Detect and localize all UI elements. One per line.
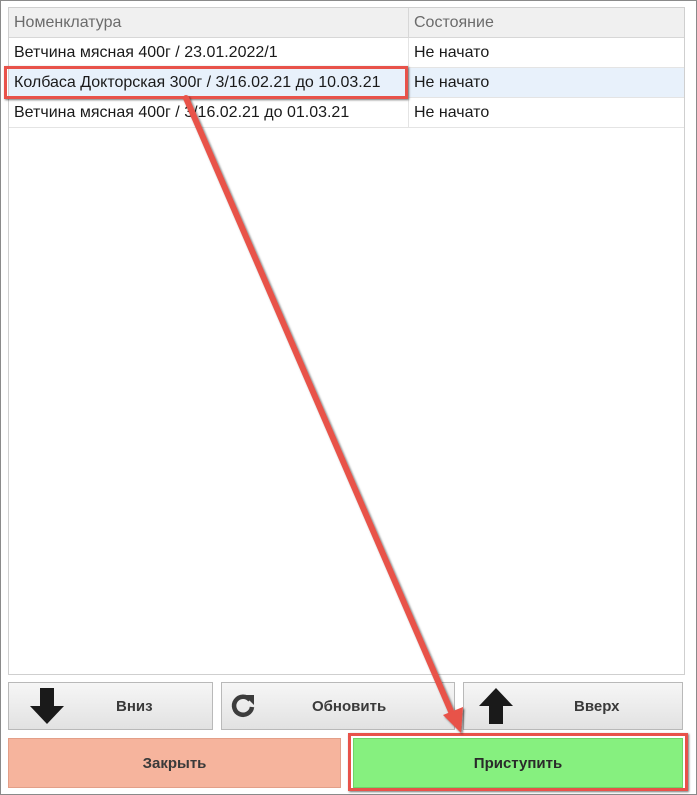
refresh-icon	[228, 683, 258, 729]
down-button[interactable]: Вниз	[8, 682, 213, 730]
row-status-cell: Не начато	[414, 104, 490, 121]
row-status-cell: Не начато	[414, 74, 490, 91]
column-header-nomenclature[interactable]: Номенклатура	[9, 8, 409, 37]
close-button-label: Закрыть	[142, 754, 207, 772]
start-button-label: Приступить	[473, 754, 563, 772]
refresh-button[interactable]: Обновить	[221, 682, 455, 730]
row-status-cell: Не начато	[414, 44, 490, 61]
table-header: Номенклатура Состояние	[9, 8, 684, 38]
row-name-cell: Колбаса Докторская 300г / 3/16.02.21 до …	[9, 68, 409, 97]
nomenclature-table: Номенклатура Состояние Ветчина мясная 40…	[8, 7, 685, 675]
close-button[interactable]: Закрыть	[8, 738, 341, 788]
window-frame: Номенклатура Состояние Ветчина мясная 40…	[0, 0, 697, 795]
up-button[interactable]: Вверх	[463, 682, 683, 730]
arrow-up-icon	[476, 683, 516, 729]
row-name-cell: Ветчина мясная 400г / 3/16.02.21 до 01.0…	[9, 98, 409, 127]
column-header-status[interactable]: Состояние	[409, 8, 684, 37]
table-row-selected[interactable]: Колбаса Докторская 300г / 3/16.02.21 до …	[9, 68, 684, 98]
table-row[interactable]: Ветчина мясная 400г / 23.01.2022/1 Не на…	[9, 38, 684, 68]
refresh-button-label: Обновить	[312, 697, 387, 715]
down-button-label: Вниз	[116, 697, 153, 715]
start-button[interactable]: Приступить	[353, 738, 683, 788]
up-button-label: Вверх	[574, 697, 620, 715]
arrow-down-icon	[27, 683, 67, 729]
row-name-cell: Ветчина мясная 400г / 23.01.2022/1	[9, 38, 409, 67]
table-row[interactable]: Ветчина мясная 400г / 3/16.02.21 до 01.0…	[9, 98, 684, 128]
